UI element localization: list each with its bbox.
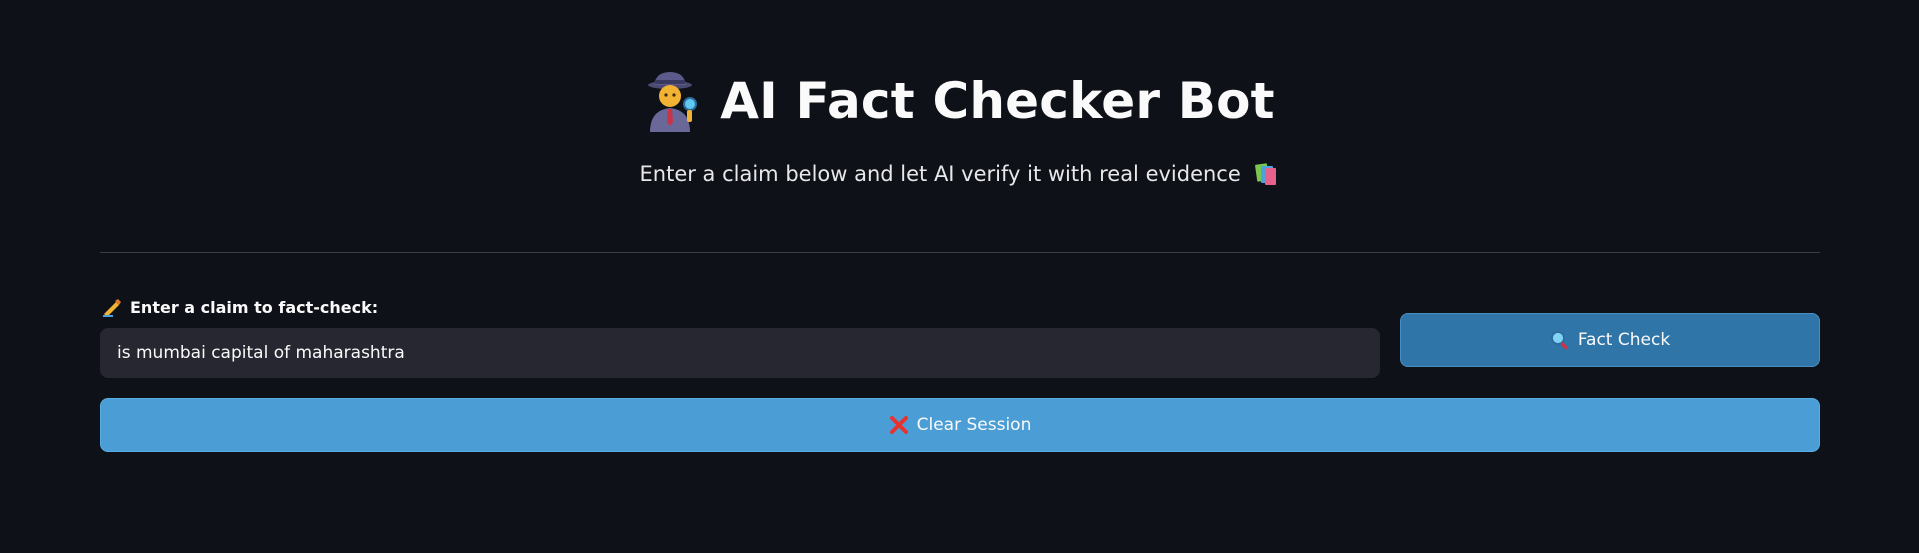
- title-text: AI Fact Checker Bot: [720, 72, 1275, 130]
- clear-session-label: Clear Session: [916, 415, 1032, 435]
- page-title: AI Fact Checker Bot: [644, 62, 1275, 140]
- cross-mark-icon: [889, 416, 908, 434]
- magnifier-icon: [1550, 331, 1568, 350]
- claim-label-text: Enter a claim to fact-check:: [130, 298, 379, 317]
- clear-session-button[interactable]: Clear Session: [100, 398, 1820, 452]
- books-icon: [1255, 163, 1277, 185]
- writing-hand-icon: [103, 299, 121, 317]
- subtitle-text: Enter a claim below and let AI verify it…: [639, 162, 1241, 186]
- claim-input[interactable]: [100, 328, 1380, 378]
- app-page: AI Fact Checker Bot Enter a claim below …: [0, 0, 1919, 553]
- claim-field-label: Enter a claim to fact-check:: [102, 296, 378, 320]
- section-divider: [100, 252, 1820, 253]
- fact-check-button[interactable]: Fact Check: [1400, 313, 1820, 367]
- page-header: AI Fact Checker Bot: [0, 62, 1919, 140]
- fact-check-label: Fact Check: [1577, 330, 1671, 350]
- detective-icon: [648, 72, 698, 132]
- page-subtitle: Enter a claim below and let AI verify it…: [0, 158, 1919, 190]
